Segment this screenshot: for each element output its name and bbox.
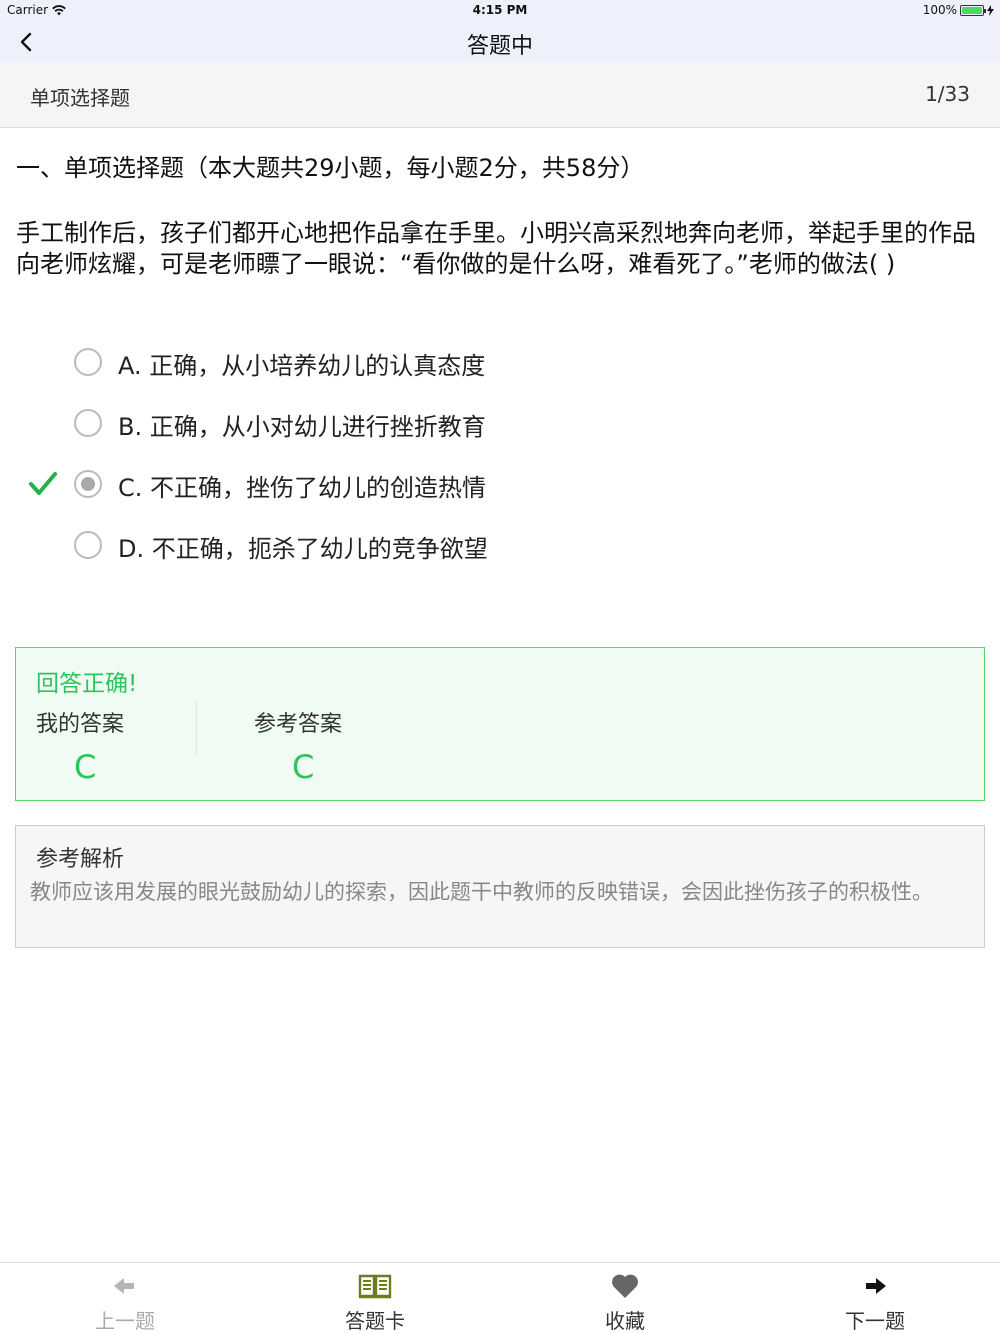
analysis-title: 参考解析	[36, 847, 125, 872]
battery-icon	[960, 4, 986, 16]
my-answer-label: 我的答案	[36, 712, 125, 737]
option-c[interactable]: C. 不正确，挫伤了幼儿的创造热情	[0, 454, 1000, 514]
question-progress: 1/33	[925, 82, 970, 106]
answer-card-button[interactable]: 答题卡	[250, 1263, 500, 1334]
section-header: 单项选择题 1/33	[0, 62, 1000, 128]
favorite-button[interactable]: 收藏	[500, 1263, 750, 1334]
question-stem: 手工制作后，孩子们都开心地把作品拿在手里。小明兴高采烈地奔向老师，举起手里的作品…	[16, 219, 976, 278]
question-section-heading: 一、单项选择题（本大题共29小题，每小题2分，共58分）	[16, 154, 645, 182]
radio-button[interactable]	[74, 531, 102, 559]
option-label: A. 正确，从小培养幼儿的认真态度	[118, 352, 486, 380]
analysis-text: 教师应该用发展的眼光鼓励幼儿的探索，因此题干中教师的反映错误，会因此挫伤孩子的积…	[30, 880, 933, 904]
arrow-right-icon	[866, 1278, 886, 1294]
bottom-toolbar: 上一题 答题卡 收藏 下一题	[0, 1262, 1000, 1334]
column-divider	[196, 700, 197, 756]
battery-status: 100%	[923, 3, 994, 17]
analysis-panel: 参考解析 教师应该用发展的眼光鼓励幼儿的探索，因此题干中教师的反映错误，会因此挫…	[15, 825, 985, 948]
tab-label: 答题卡	[345, 1309, 405, 1333]
radio-button[interactable]	[74, 409, 102, 437]
battery-percent: 100%	[922, 3, 957, 17]
tab-label: 下一题	[845, 1309, 905, 1333]
status-bar: Carrier 4:15 PM 100%	[0, 0, 1000, 22]
question-type-label: 单项选择题	[30, 86, 130, 110]
option-label: D. 不正确，扼杀了幼儿的竞争欲望	[118, 535, 488, 563]
tab-label: 收藏	[605, 1309, 645, 1333]
arrow-left-icon	[114, 1278, 134, 1294]
reference-answer-value: C	[292, 748, 315, 786]
reference-answer-label: 参考答案	[254, 712, 343, 737]
heart-icon	[612, 1274, 638, 1298]
next-question-button[interactable]: 下一题	[750, 1263, 1000, 1334]
my-answer-value: C	[74, 748, 97, 786]
previous-question-button[interactable]: 上一题	[0, 1263, 250, 1334]
clock: 4:15 PM	[472, 3, 528, 17]
page-title: 答题中	[466, 34, 533, 59]
option-label: C. 不正确，挫伤了幼儿的创造热情	[118, 474, 487, 502]
radio-button[interactable]	[74, 348, 102, 376]
option-b[interactable]: B. 正确，从小对幼儿进行挫折教育	[0, 393, 1000, 453]
book-icon	[358, 1274, 392, 1299]
result-verdict: 回答正确!	[36, 671, 138, 697]
my-answer-column: 我的答案 C	[36, 706, 216, 786]
reference-answer-column: 参考答案 C	[254, 706, 434, 786]
checkmark-icon	[29, 472, 57, 495]
option-d[interactable]: D. 不正确，扼杀了幼儿的竞争欲望	[0, 515, 1000, 575]
navigation-bar: 答题中	[0, 22, 1000, 62]
radio-button-selected[interactable]	[74, 470, 102, 498]
charging-icon	[987, 4, 994, 16]
answer-result-panel: 回答正确! 我的答案 C 参考答案 C	[15, 647, 985, 801]
option-label: B. 正确，从小对幼儿进行挫折教育	[118, 413, 486, 441]
option-a[interactable]: A. 正确，从小培养幼儿的认真态度	[0, 332, 1000, 392]
tab-label: 上一题	[95, 1309, 155, 1333]
